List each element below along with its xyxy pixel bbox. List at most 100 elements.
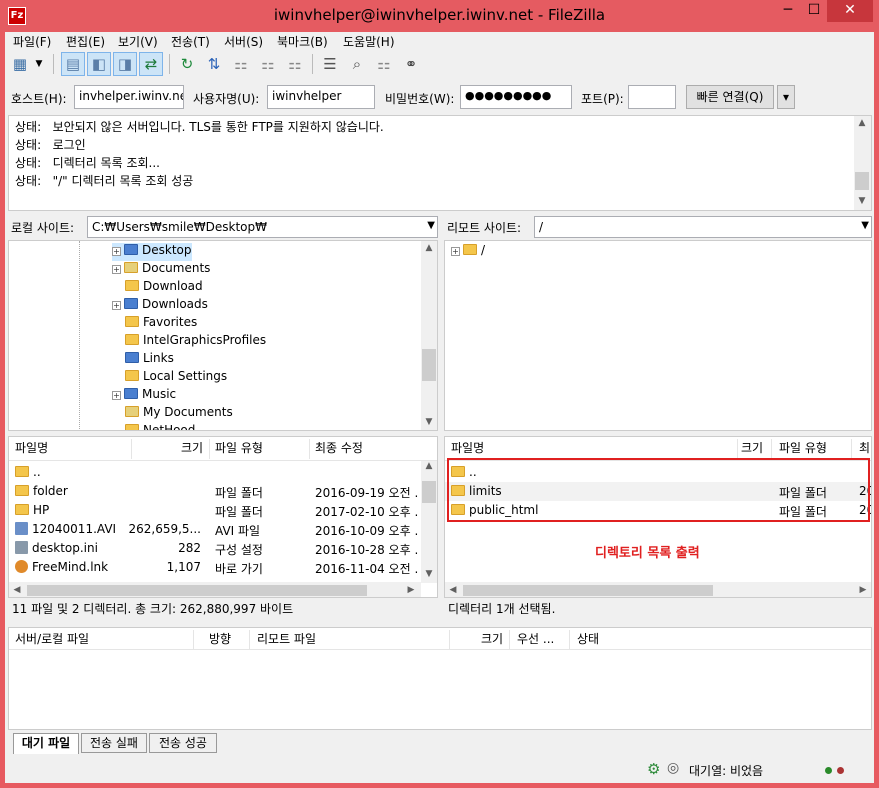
tree-item[interactable]: NetHood bbox=[125, 423, 195, 430]
user-input[interactable]: iwinvhelper bbox=[267, 85, 375, 109]
quickconnect-button[interactable]: 빠른 연결(Q) bbox=[686, 85, 774, 109]
local-list-hscrollbar[interactable]: ◀ ▶ bbox=[9, 582, 421, 597]
send-led-icon bbox=[825, 767, 832, 774]
tree-item[interactable]: Download bbox=[125, 279, 203, 297]
toggle-remote-tree-icon[interactable]: ◨ bbox=[113, 52, 137, 76]
menu-edit[interactable]: 편집(E) bbox=[66, 33, 105, 50]
tree-item[interactable]: + Downloads bbox=[112, 297, 208, 315]
scroll-thumb[interactable] bbox=[422, 349, 436, 381]
close-button[interactable]: ✕ bbox=[827, 0, 873, 22]
scroll-thumb[interactable] bbox=[27, 585, 367, 596]
queue-column-remote[interactable]: 리모트 파일 bbox=[257, 628, 316, 652]
tree-item[interactable]: + / bbox=[451, 243, 485, 261]
search-icon[interactable]: ⚭ bbox=[399, 52, 423, 76]
local-tree: + Desktop + Documents Download + Downloads … bbox=[8, 240, 438, 431]
tree-item[interactable]: + Music bbox=[112, 387, 176, 405]
log-line: 상태: "/" 디렉터리 목록 조회 성공 bbox=[15, 174, 194, 188]
scroll-thumb[interactable] bbox=[422, 481, 436, 503]
disconnect-icon[interactable]: ⚏ bbox=[256, 52, 280, 76]
scroll-down-icon[interactable]: ▼ bbox=[421, 417, 437, 427]
table-row[interactable]: FreeMind.lnk 1,107 바로 가기 2016-11-04 오전 ... bbox=[9, 558, 421, 577]
chevron-down-icon[interactable]: ▼ bbox=[427, 220, 435, 231]
menu-server[interactable]: 서버(S) bbox=[224, 33, 263, 50]
transfer-queue: 서버/로컬 파일 방향 리모트 파일 크기 우선 ... 상태 bbox=[8, 627, 872, 730]
log-scrollbar[interactable]: ▲ ▼ bbox=[854, 116, 871, 210]
process-queue-icon[interactable]: ⇅ bbox=[202, 52, 226, 76]
table-row[interactable]: desktop.ini 282 구성 설정 2016-10-28 오후 ... bbox=[9, 539, 421, 558]
tree-item[interactable]: Local Settings bbox=[125, 369, 227, 387]
filter-icon[interactable]: ☰ bbox=[318, 52, 342, 76]
port-input[interactable] bbox=[628, 85, 676, 109]
quickconnect-dropdown-button[interactable]: ▾ bbox=[777, 85, 795, 109]
site-manager-icon[interactable]: ▦ bbox=[8, 52, 32, 76]
scroll-up-icon[interactable]: ▲ bbox=[421, 243, 437, 253]
toggle-log-icon[interactable]: ▤ bbox=[61, 52, 85, 76]
dropdown-icon[interactable]: ▼ bbox=[32, 52, 46, 76]
tab-successful-transfers[interactable]: 전송 성공 bbox=[149, 733, 217, 753]
tab-queued-files[interactable]: 대기 파일 bbox=[13, 733, 79, 754]
local-tree-scrollbar[interactable]: ▲ ▼ bbox=[421, 241, 437, 430]
scroll-up-icon[interactable]: ▲ bbox=[854, 118, 870, 128]
reconnect-icon[interactable]: ⚏ bbox=[283, 52, 307, 76]
host-input[interactable]: invhelper.iwinv.net bbox=[74, 85, 184, 109]
scroll-down-icon[interactable]: ▼ bbox=[421, 569, 437, 579]
table-row[interactable]: folder 파일 폴더 2016-09-19 오전 ... bbox=[9, 482, 421, 501]
tree-item[interactable]: Favorites bbox=[125, 315, 197, 333]
password-input[interactable]: ●●●●●●●●● bbox=[460, 85, 572, 109]
refresh-icon[interactable]: ↻ bbox=[175, 52, 199, 76]
queue-column-priority[interactable]: 우선 ... bbox=[517, 628, 554, 652]
table-row[interactable]: 12040011.AVI 262,659,5... AVI 파일 2016-10-09… bbox=[9, 520, 421, 539]
cancel-icon[interactable]: ⚏ bbox=[229, 52, 253, 76]
queue-column-size[interactable]: 크기 bbox=[481, 628, 503, 652]
scroll-left-icon[interactable]: ◀ bbox=[445, 585, 461, 595]
menu-transfer[interactable]: 전송(T) bbox=[171, 33, 210, 50]
scroll-left-icon[interactable]: ◀ bbox=[9, 585, 25, 595]
column-type[interactable]: 파일 유형 bbox=[215, 437, 263, 461]
tree-item[interactable]: Links bbox=[125, 351, 174, 369]
column-modified[interactable]: 최종 수정 bbox=[315, 437, 363, 461]
tree-item[interactable]: My Documents bbox=[125, 405, 233, 423]
menu-view[interactable]: 보기(V) bbox=[118, 33, 158, 50]
table-row[interactable]: HP 파일 폴더 2017-02-10 오후 ... bbox=[9, 501, 421, 520]
scroll-down-icon[interactable]: ▼ bbox=[854, 196, 870, 206]
toolbar: ▦ ▼ ▤ ◧ ◨ ⇄ ↻ ⇅ ⚏ ⚏ ⚏ ☰ ⌕ ⚏ ⚭ bbox=[5, 50, 874, 78]
column-size[interactable]: 크기 bbox=[181, 437, 203, 461]
avi-file-icon bbox=[15, 522, 28, 535]
sort-arrow-icon: ^ bbox=[569, 436, 577, 444]
toggle-queue-icon[interactable]: ⇄ bbox=[139, 52, 163, 76]
tab-failed-transfers[interactable]: 전송 실패 bbox=[81, 733, 147, 753]
scroll-thumb[interactable] bbox=[855, 172, 869, 190]
maximize-button[interactable]: ☐ bbox=[801, 0, 827, 22]
queue-column-direction[interactable]: 방향 bbox=[209, 628, 231, 652]
queue-status: 대기열: 비었음 bbox=[689, 764, 764, 778]
scroll-thumb[interactable] bbox=[463, 585, 713, 596]
menu-file[interactable]: 파일(F) bbox=[13, 33, 51, 50]
scroll-right-icon[interactable]: ▶ bbox=[403, 585, 419, 595]
speed-limit-icon[interactable]: ◎ bbox=[667, 760, 679, 776]
local-site-bar: 로컬 사이트: C:₩Users₩smile₩Desktop₩ ▼ bbox=[8, 215, 438, 240]
chevron-down-icon[interactable]: ▼ bbox=[861, 220, 869, 231]
local-list-scrollbar[interactable]: ▲ ▼ bbox=[421, 461, 437, 583]
menu-bookmark[interactable]: 북마크(B) bbox=[277, 33, 328, 50]
menu-help[interactable]: 도움말(H) bbox=[343, 33, 395, 50]
gear-icon[interactable]: ⚙ bbox=[647, 760, 660, 778]
remote-path-input[interactable]: / bbox=[534, 216, 872, 238]
scroll-right-icon[interactable]: ▶ bbox=[855, 585, 871, 595]
tree-item[interactable]: + Desktop bbox=[112, 243, 192, 261]
sync-browse-icon[interactable]: ⌕ bbox=[345, 52, 369, 76]
queue-column-local[interactable]: 서버/로컬 파일 bbox=[15, 628, 89, 652]
sort-arrow-icon: ^ bbox=[67, 436, 75, 444]
local-path-input[interactable]: C:₩Users₩smile₩Desktop₩ bbox=[87, 216, 438, 238]
tree-item[interactable]: + Documents bbox=[112, 261, 210, 279]
minimize-button[interactable]: ─ bbox=[775, 0, 801, 22]
remote-list-hscrollbar[interactable]: ◀ ▶ bbox=[445, 582, 871, 597]
folder-icon bbox=[15, 485, 29, 496]
column-filename[interactable]: 파일명 bbox=[15, 437, 48, 461]
queue-column-status[interactable]: 상태 bbox=[577, 628, 599, 652]
annotation-text: 디렉토리 목록 출력 bbox=[595, 546, 700, 561]
table-row[interactable]: .. bbox=[9, 463, 421, 482]
tree-item[interactable]: IntelGraphicsProfiles bbox=[125, 333, 266, 351]
compare-icon[interactable]: ⚏ bbox=[372, 52, 396, 76]
scroll-up-icon[interactable]: ▲ bbox=[421, 461, 437, 471]
toggle-local-tree-icon[interactable]: ◧ bbox=[87, 52, 111, 76]
